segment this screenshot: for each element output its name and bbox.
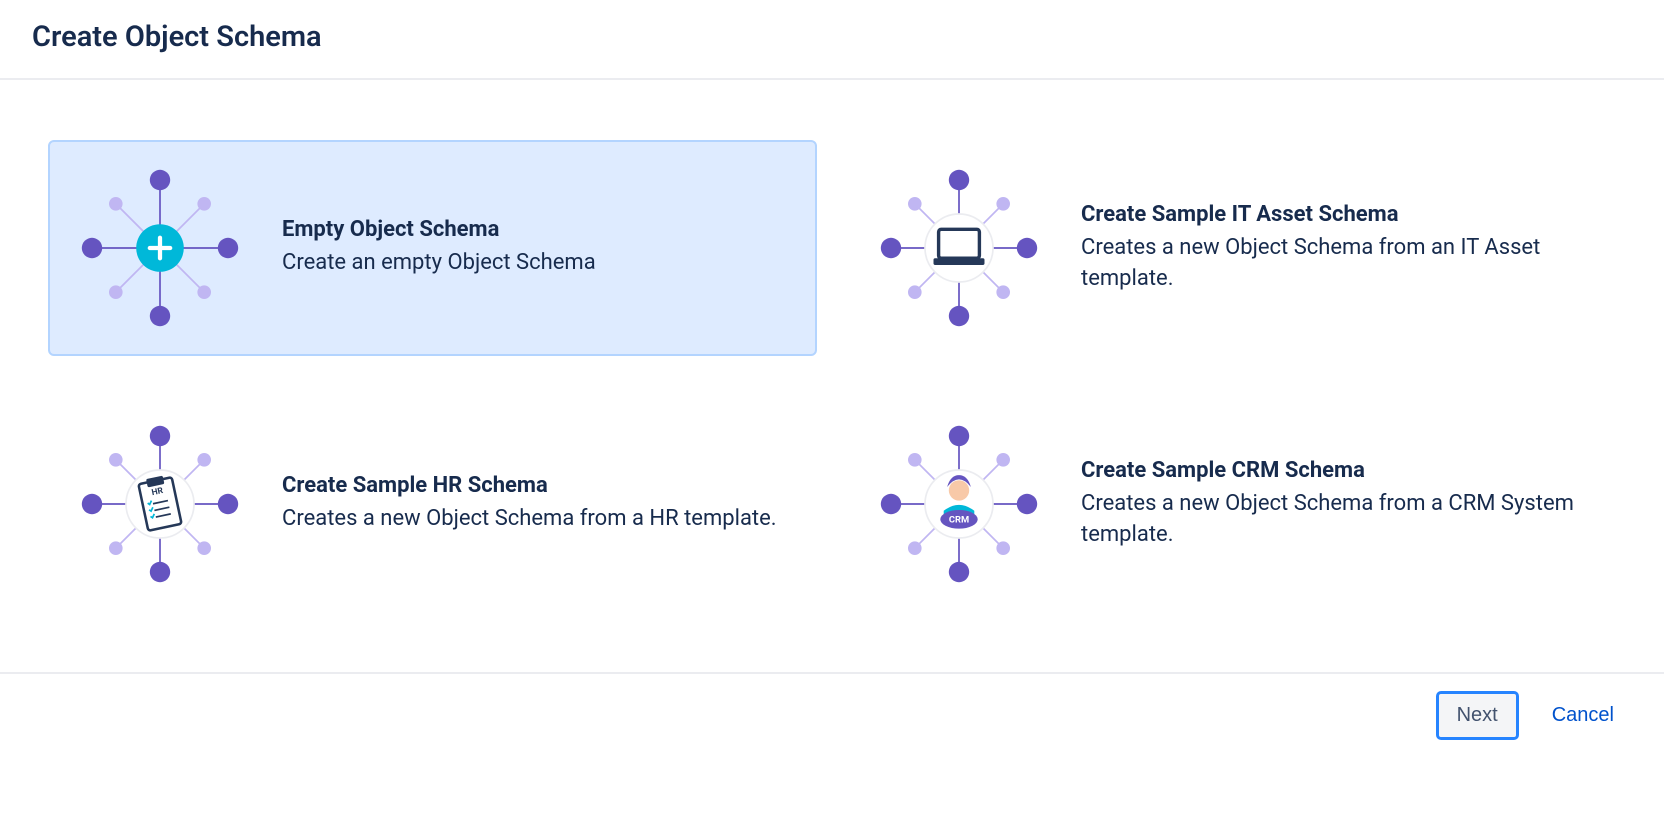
option-title: Create Sample IT Asset Schema [1081, 202, 1594, 227]
next-button[interactable]: Next [1437, 692, 1518, 739]
option-text: Empty Object Schema Create an empty Obje… [282, 217, 795, 279]
dialog-body: Empty Object Schema Create an empty Obje… [0, 80, 1664, 672]
schema-options-grid: Empty Object Schema Create an empty Obje… [48, 140, 1616, 612]
option-text: Create Sample IT Asset Schema Creates a … [1081, 202, 1594, 295]
option-title: Create Sample HR Schema [282, 473, 795, 498]
option-title: Create Sample CRM Schema [1081, 458, 1594, 483]
dialog-footer: Next Cancel [0, 672, 1664, 757]
create-object-schema-dialog: Create Object Schema [0, 0, 1664, 757]
it-asset-schema-icon [869, 158, 1049, 338]
dialog-header: Create Object Schema [0, 0, 1664, 80]
option-description: Creates a new Object Schema from an IT A… [1081, 233, 1594, 295]
option-text: Create Sample CRM Schema Creates a new O… [1081, 458, 1594, 551]
crm-schema-icon: CRM [869, 414, 1049, 594]
option-crm-schema[interactable]: CRM Create Sample CRM Schema Creates a n… [847, 396, 1616, 612]
option-it-asset-schema[interactable]: Create Sample IT Asset Schema Creates a … [847, 140, 1616, 356]
option-title: Empty Object Schema [282, 217, 795, 242]
cancel-button[interactable]: Cancel [1534, 694, 1632, 737]
option-hr-schema[interactable]: HR Create Sample HR Schema Creates a new… [48, 396, 817, 612]
option-text: Create Sample HR Schema Creates a new Ob… [282, 473, 795, 535]
option-description: Creates a new Object Schema from a HR te… [282, 504, 795, 535]
empty-schema-icon [70, 158, 250, 338]
option-description: Creates a new Object Schema from a CRM S… [1081, 489, 1594, 551]
dialog-title: Create Object Schema [32, 20, 1632, 54]
option-description: Create an empty Object Schema [282, 248, 795, 279]
option-empty-schema[interactable]: Empty Object Schema Create an empty Obje… [48, 140, 817, 356]
hr-schema-icon: HR [70, 414, 250, 594]
svg-text:CRM: CRM [949, 515, 969, 526]
